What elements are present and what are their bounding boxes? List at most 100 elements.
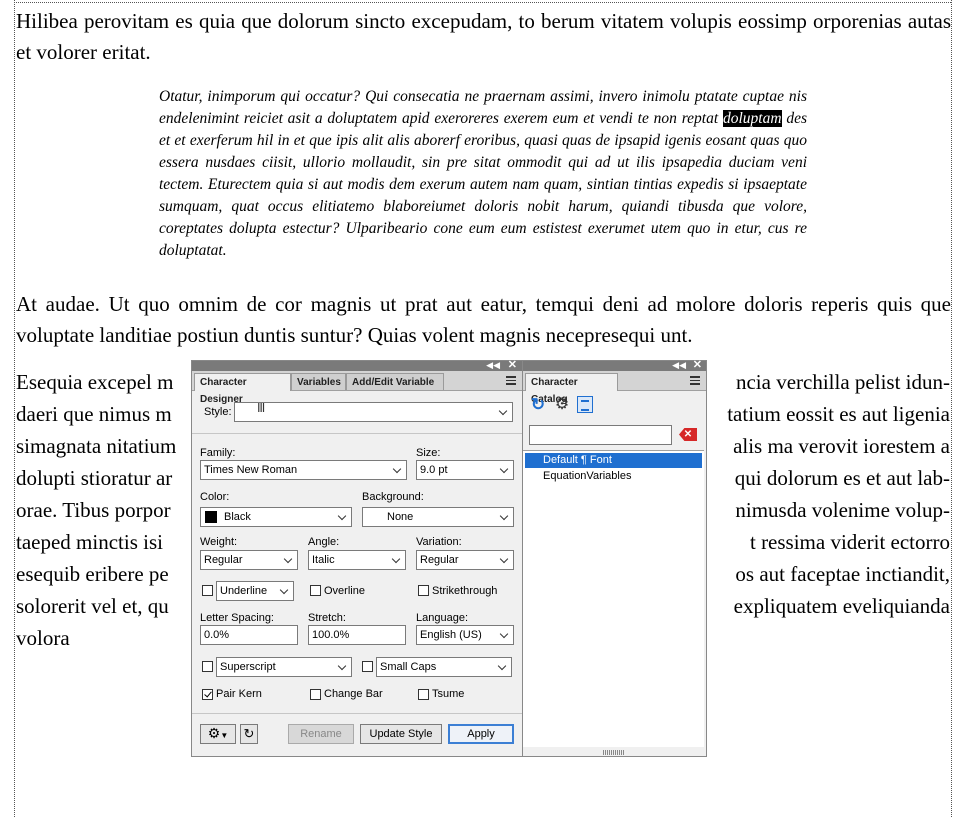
panel-titlebar[interactable]: ◀◀ ✕ [192, 359, 522, 371]
divider [192, 433, 522, 434]
body-paragraph-1: Hilibea perovitam es quia que dolorum si… [16, 9, 951, 64]
tab-character-designer[interactable]: Character Designer [194, 373, 291, 405]
background-dropdown[interactable]: None [362, 507, 514, 527]
collapse-icon[interactable]: ◀◀ [486, 359, 500, 371]
block-quote: Otatur, inimporum qui occatur? Qui conse… [159, 86, 807, 262]
para3-line-left: esequib eribere pe [16, 562, 169, 586]
color-dropdown[interactable]: Black [200, 507, 352, 527]
clear-search-icon[interactable]: ✕ [679, 428, 697, 441]
panel-menu-icon[interactable] [506, 376, 516, 385]
collapse-icon[interactable]: ◀◀ [672, 359, 686, 371]
change-bar-checkbox[interactable] [310, 689, 321, 700]
close-icon[interactable]: ✕ [508, 359, 517, 371]
color-swatch [205, 511, 217, 523]
color-label: Color: [200, 491, 230, 503]
variation-dropdown[interactable]: Regular [416, 550, 514, 570]
small-caps-dropdown[interactable]: Small Caps [376, 657, 512, 677]
divider [192, 713, 522, 714]
para3-line-left: taeped minctis isi [16, 530, 163, 554]
weight-label: Weight: [200, 536, 238, 548]
size-dropdown[interactable]: 9.0 pt [416, 460, 514, 480]
family-label: Family: [200, 447, 236, 459]
gear-icon: ⚙ [207, 725, 221, 741]
para3-line-right: qui dolorum es et aut lab- [734, 466, 950, 490]
para3-line-right: nimusda volenime volup- [735, 498, 950, 522]
para3-line-left: daeri que nimus m [16, 402, 172, 426]
style-dropdown[interactable] [234, 402, 513, 422]
background-label: Background: [362, 491, 424, 503]
tab-variables[interactable]: Variables [291, 373, 346, 390]
overline-checkbox[interactable] [310, 585, 321, 596]
tsume-label: Tsume [432, 688, 465, 700]
quote-text-before: Otatur, inimporum qui occatur? Qui conse… [159, 88, 807, 127]
underline-dropdown[interactable]: Underline [216, 581, 294, 601]
family-dropdown[interactable]: Times New Roman [200, 460, 407, 480]
update-style-button[interactable]: Update Style [360, 724, 442, 744]
close-icon[interactable]: ✕ [693, 359, 702, 371]
tsume-checkbox[interactable] [418, 689, 429, 700]
catalog-search-input[interactable] [529, 425, 672, 445]
para3-line-right: os aut faceptae inctiandit, [735, 562, 950, 586]
overline-label: Overline [324, 585, 365, 597]
designer-tab-bar: Character Designer Variables Add/Edit Va… [192, 371, 522, 405]
refresh-icon: ↻ [243, 726, 255, 741]
color-value: Black [224, 511, 251, 523]
list-item[interactable]: EquationVariables [525, 469, 702, 484]
superscript-dropdown[interactable]: Superscript [216, 657, 352, 677]
para3-line-left: volora [16, 626, 70, 650]
angle-dropdown[interactable]: Italic [308, 550, 406, 570]
para3-line-right: t ressima viderit ectorro [749, 530, 950, 554]
letter-spacing-label: Letter Spacing: [200, 612, 274, 624]
character-catalog-panel: ◀◀ ✕ Character Catalog ↻ ⚙ ✕ Default ¶ F… [522, 359, 707, 757]
settings-menu-button[interactable]: ⚙▼ [200, 724, 236, 744]
rename-button[interactable]: Rename [288, 724, 354, 744]
text-cursor-icon: Ⅲ [257, 401, 266, 415]
para3-line-left: dolupti stioratur ar [16, 466, 173, 490]
panel-menu-icon[interactable] [690, 376, 700, 385]
gear-icon[interactable]: ⚙ [553, 396, 571, 414]
small-caps-checkbox[interactable] [362, 661, 373, 672]
para3-line-left: simagnata nitatium [16, 434, 177, 458]
angle-label: Angle: [308, 536, 340, 548]
list-item[interactable]: Default ¶ Font [525, 453, 702, 468]
tab-add-edit-variable[interactable]: Add/Edit Variable [346, 373, 444, 390]
superscript-checkbox[interactable] [202, 661, 213, 672]
size-label: Size: [416, 447, 441, 459]
pair-kern-checkbox[interactable] [202, 689, 213, 700]
refresh-icon[interactable]: ↻ [529, 396, 547, 414]
letter-spacing-input[interactable]: 0.0% [200, 625, 298, 645]
stretch-label: Stretch: [308, 612, 346, 624]
quote-text-after: des et et exerferum hil in et que ipis a… [159, 110, 807, 259]
selected-text-highlight: doluptam [722, 110, 782, 127]
change-bar-label: Change Bar [324, 688, 383, 700]
body-paragraph-2: At audae. Ut quo omnim de cor magnis ut … [16, 292, 951, 347]
variation-label: Variation: [416, 536, 462, 548]
language-label: Language: [416, 612, 468, 624]
para3-line-right: tatium eossit es aut ligenia [727, 402, 950, 426]
para3-line-right: alis ma verovit iorestem a [733, 434, 950, 458]
chevron-down-icon: ▼ [220, 731, 229, 740]
pair-kern-label: Pair Kern [216, 688, 262, 700]
catalog-list: Default ¶ Font EquationVariables [523, 450, 704, 747]
underline-checkbox[interactable] [202, 585, 213, 596]
catalog-tab-bar: Character Catalog [523, 371, 706, 405]
refresh-button[interactable]: ↻ [240, 724, 258, 744]
para3-line-left: Esequia excepel m [16, 370, 174, 394]
tab-character-catalog[interactable]: Character Catalog [525, 373, 618, 405]
strikethrough-label: Strikethrough [432, 585, 498, 597]
strikethrough-checkbox[interactable] [418, 585, 429, 596]
character-designer-panel: ◀◀ ✕ Character Designer Variables Add/Ed… [191, 359, 523, 757]
apply-button[interactable]: Apply [448, 724, 514, 744]
style-label: Style: [204, 406, 232, 418]
document-frame-top [14, 2, 951, 3]
para3-line-left: orae. Tibus porpor [16, 498, 171, 522]
weight-dropdown[interactable]: Regular [200, 550, 298, 570]
catalog-list-icon[interactable] [577, 396, 593, 413]
para3-line-left: solorerit vel et, qu [16, 594, 169, 618]
para3-line-right: ncia verchilla pelist idun- [735, 370, 950, 394]
para3-line-right: expliquatem eveliquianda [733, 594, 950, 618]
language-dropdown[interactable]: English (US) [416, 625, 514, 645]
panel-titlebar[interactable]: ◀◀ ✕ [523, 359, 706, 371]
stretch-input[interactable]: 100.0% [308, 625, 406, 645]
resize-grip[interactable] [603, 750, 625, 755]
